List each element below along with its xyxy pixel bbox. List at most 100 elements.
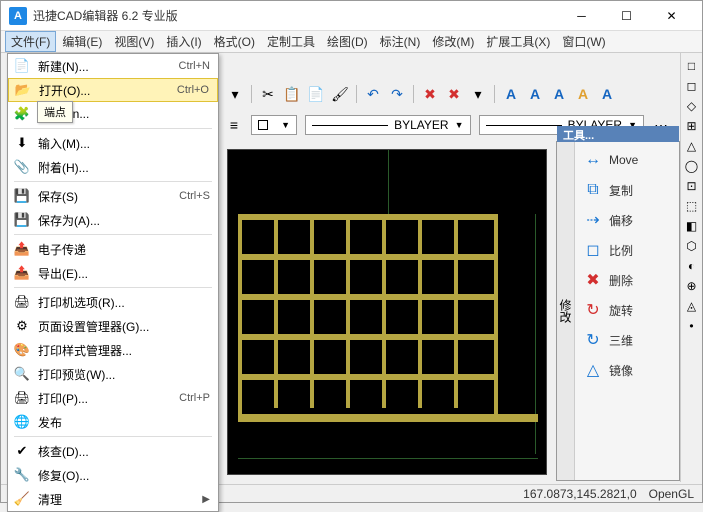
file-import[interactable]: ⬇ 输入(M)... [8, 131, 218, 155]
toolbar-button[interactable]: ▾ [225, 84, 245, 104]
file-purge-label: 清理 [38, 491, 198, 508]
file-open[interactable]: 📂 打开(O)... Ctrl+O [8, 78, 218, 102]
file-etransmit[interactable]: 📤 电子传递 [8, 237, 218, 261]
menu-ext-tools[interactable]: 扩展工具(X) [480, 31, 556, 52]
file-page-setup[interactable]: ⚙ 页面设置管理器(G)... [8, 314, 218, 338]
palette-tab-modify[interactable]: 修改 [557, 295, 574, 327]
tool-delete[interactable]: ✖ 删除 [577, 268, 677, 292]
linetype1-selector[interactable]: BYLAYER ▼ [305, 115, 471, 135]
tool-mirror[interactable]: △ 镜像 [577, 358, 677, 382]
tool-3d-label: 三维 [609, 332, 633, 349]
menu-modify[interactable]: 修改(M) [426, 31, 480, 52]
file-print-style[interactable]: 🎨 打印样式管理器... [8, 338, 218, 362]
redo-button[interactable]: ↷ [387, 84, 407, 104]
right-tool-icon[interactable]: ◻ [683, 77, 701, 95]
file-printer-options[interactable]: 🖨 打印机选项(R)... [8, 290, 218, 314]
undo-button[interactable]: ↶ [363, 84, 383, 104]
file-new-label: 新建(N)... [38, 58, 179, 75]
purge-icon: 🧹 [12, 489, 32, 509]
right-tool-icon[interactable]: ⬡ [683, 237, 701, 255]
paste-button[interactable]: 📄 [306, 84, 326, 104]
erase2-button[interactable]: ✖ [444, 84, 464, 104]
line-preview-icon [486, 125, 562, 126]
file-print[interactable]: 🖨 打印(P)... Ctrl+P [8, 386, 218, 410]
file-audit[interactable]: ✔ 核查(D)... [8, 439, 218, 463]
rotate3d-icon: ↻ [581, 330, 605, 350]
cut-button[interactable]: ✂ [258, 84, 278, 104]
right-tool-icon[interactable]: ◇ [683, 97, 701, 115]
file-attach[interactable]: 📎 附着(H)... [8, 155, 218, 179]
right-tool-icon[interactable]: ⊡ [683, 177, 701, 195]
right-tool-icon[interactable]: ◯ [683, 157, 701, 175]
new-file-icon: 📄 [12, 56, 32, 76]
copy-button[interactable]: 📋 [282, 84, 302, 104]
layer-icon[interactable]: ≡ [225, 116, 243, 134]
tool-3d[interactable]: ↻ 三维 [577, 328, 677, 352]
right-tool-icon[interactable]: △ [683, 137, 701, 155]
import-icon: ⬇ [12, 133, 32, 153]
menu-dimension[interactable]: 标注(N) [374, 31, 427, 52]
menu-window[interactable]: 窗口(W) [556, 31, 611, 52]
match-button[interactable]: 🖌 [330, 84, 350, 104]
text-style-button[interactable]: A [573, 84, 593, 104]
right-tool-icon[interactable]: ◧ [683, 217, 701, 235]
menu-format[interactable]: 格式(O) [208, 31, 261, 52]
file-saveas[interactable]: 💾 保存为(A)... [8, 208, 218, 232]
menu-edit[interactable]: 编辑(E) [56, 31, 108, 52]
erase-button[interactable]: ✖ [420, 84, 440, 104]
menu-draw[interactable]: 绘图(D) [321, 31, 374, 52]
menu-insert[interactable]: 插入(I) [160, 31, 207, 52]
tool-move[interactable]: ↔ Move [577, 148, 677, 172]
text-style-button[interactable]: A [525, 84, 545, 104]
right-tool-icon[interactable]: ◐ [683, 257, 701, 275]
tool-offset[interactable]: ⇢ 偏移 [577, 208, 677, 232]
open-file-icon: 📂 [13, 80, 33, 100]
status-renderer: OpenGL [649, 487, 694, 501]
file-print-preview[interactable]: 🔍 打印预览(W)... [8, 362, 218, 386]
file-open-shortcut: Ctrl+O [177, 84, 209, 96]
text-style-button[interactable]: A [549, 84, 569, 104]
tool-palette-body: ↔ Move ⧉ 复制 ⇢ 偏移 ◻ 比例 ✖ 删除 ↻ 旋转 ↻ 三维 △ 镜 [575, 142, 679, 480]
menubar: 文件(F) 编辑(E) 视图(V) 插入(I) 格式(O) 定制工具 绘图(D)… [1, 31, 702, 53]
file-recover[interactable]: 🔧 修复(O)... [8, 463, 218, 487]
right-tool-icon[interactable]: □ [683, 57, 701, 75]
line-preview-icon [312, 125, 388, 126]
separator [14, 436, 212, 437]
separator [251, 85, 252, 103]
more-button[interactable]: ▾ [468, 84, 488, 104]
file-print-style-label: 打印样式管理器... [38, 342, 210, 359]
color-selector[interactable]: ▼ [251, 115, 297, 135]
dim-line [388, 150, 389, 214]
tool-scale-label: 比例 [609, 242, 633, 259]
minimize-button[interactable]: ─ [559, 1, 604, 31]
file-purge[interactable]: 🧹 清理 ▶ [8, 487, 218, 511]
tool-rotate[interactable]: ↻ 旋转 [577, 298, 677, 322]
app-icon: A [9, 7, 27, 25]
maximize-button[interactable]: ☐ [604, 1, 649, 31]
menu-custom-tools[interactable]: 定制工具 [261, 31, 321, 52]
tool-scale[interactable]: ◻ 比例 [577, 238, 677, 262]
right-tool-icon[interactable]: ⊕ [683, 277, 701, 295]
menu-file[interactable]: 文件(F) [5, 31, 56, 52]
file-new[interactable]: 📄 新建(N)... Ctrl+N [8, 54, 218, 78]
right-tool-icon[interactable]: • [683, 317, 701, 335]
text-style-button[interactable]: A [501, 84, 521, 104]
right-tool-icon[interactable]: ⬚ [683, 197, 701, 215]
tool-palette-title: 工具... [557, 126, 679, 142]
menu-view[interactable]: 视图(V) [108, 31, 160, 52]
scale-icon: ◻ [581, 240, 605, 260]
drawing-canvas[interactable] [227, 149, 547, 475]
text-style-button[interactable]: A [597, 84, 617, 104]
close-button[interactable]: ✕ [649, 1, 694, 31]
tool-copy[interactable]: ⧉ 复制 [577, 178, 677, 202]
dropdown-arrow-icon: ▼ [455, 120, 464, 130]
file-attach-label: 附着(H)... [38, 159, 210, 176]
color-swatch-icon [258, 120, 268, 130]
right-tool-icon[interactable]: ⊞ [683, 117, 701, 135]
file-publish[interactable]: 🌐 发布 [8, 410, 218, 434]
right-tool-icon[interactable]: ◬ [683, 297, 701, 315]
file-save[interactable]: 💾 保存(S) Ctrl+S [8, 184, 218, 208]
file-export[interactable]: 📤 导出(E)... [8, 261, 218, 285]
right-toolbar: □ ◻ ◇ ⊞ △ ◯ ⊡ ⬚ ◧ ⬡ ◐ ⊕ ◬ • [680, 53, 702, 482]
linetype1-label: BYLAYER [394, 118, 448, 132]
